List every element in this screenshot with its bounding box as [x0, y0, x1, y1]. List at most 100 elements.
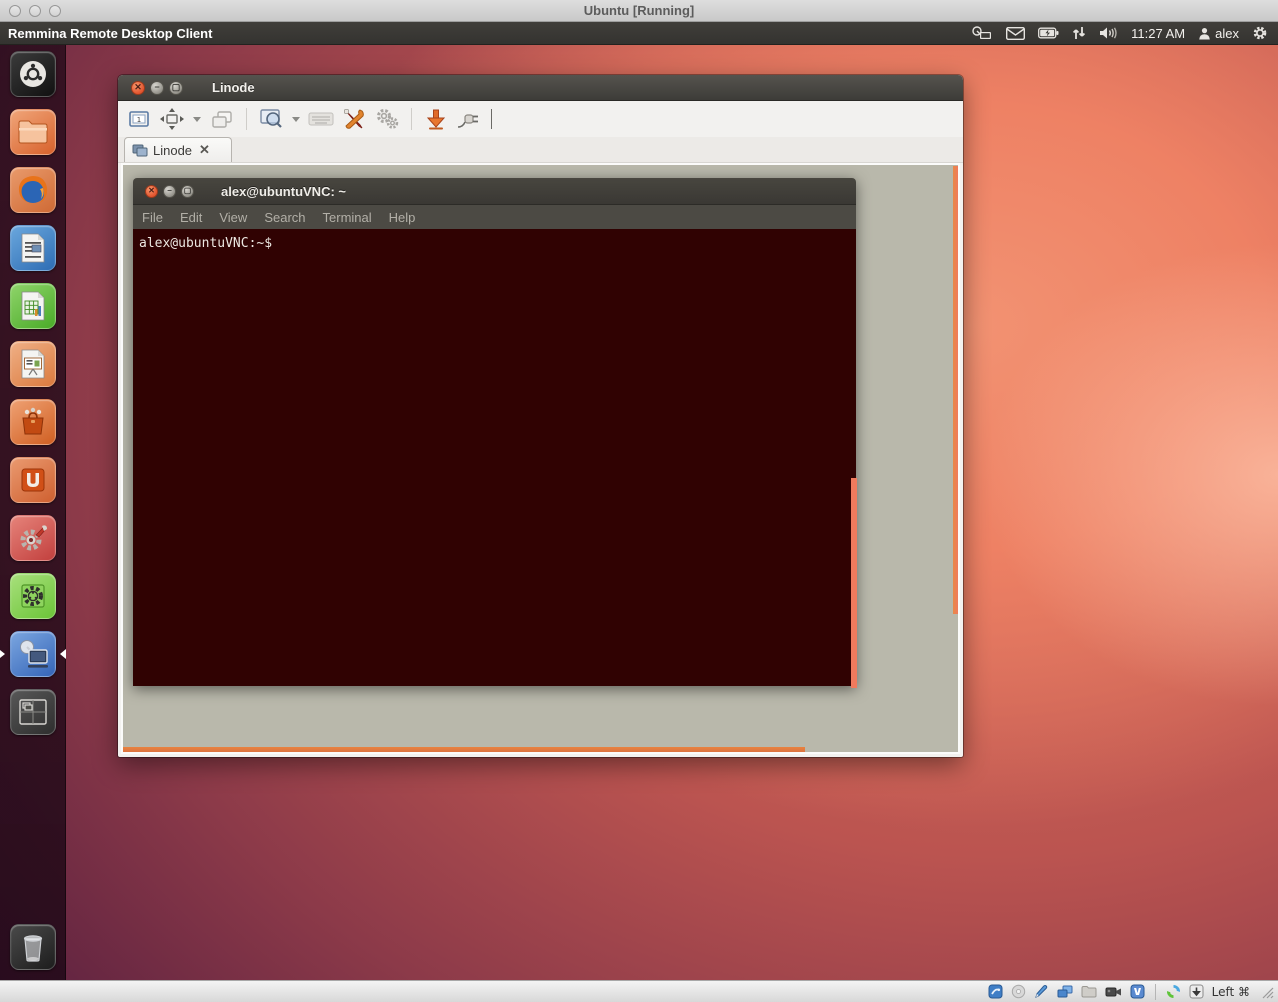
- launcher-item-libreoffice-writer[interactable]: [0, 219, 66, 277]
- vm-window-titlebar: Ubuntu [Running]: [0, 0, 1278, 22]
- launcher-item-ubuntu-one[interactable]: [0, 451, 66, 509]
- terminal-body[interactable]: alex@ubuntuVNC:~$: [133, 229, 856, 686]
- border-artifact-vertical-right: [953, 166, 958, 614]
- menu-search[interactable]: Search: [264, 210, 305, 225]
- toolbar-separator: [411, 108, 412, 130]
- menu-view[interactable]: View: [219, 210, 247, 225]
- shared-folders-icon[interactable]: [1081, 985, 1097, 998]
- network-traffic-indicator-icon[interactable]: [1072, 26, 1086, 40]
- scaled-mode-dropdown[interactable]: [291, 106, 301, 132]
- mouse-integration-icon[interactable]: [1166, 984, 1181, 999]
- text-cursor-artifact: [491, 109, 492, 129]
- terminal-titlebar[interactable]: ✕ − ▢ alex@ubuntuVNC: ~: [133, 178, 856, 205]
- menu-help[interactable]: Help: [389, 210, 416, 225]
- terminal-maximize-button[interactable]: ▢: [181, 185, 194, 198]
- launcher-item-workspace-switcher[interactable]: [0, 683, 66, 741]
- fullscreen-button[interactable]: 1: [126, 106, 152, 132]
- screenshot-button[interactable]: [423, 106, 449, 132]
- fit-window-button[interactable]: [159, 106, 185, 132]
- writer-document-icon: [19, 232, 47, 264]
- battery-indicator-icon[interactable]: [1038, 27, 1059, 39]
- tab-linode-label: Linode: [153, 143, 192, 158]
- focused-indicator-arrow: [60, 649, 66, 659]
- screen: Ubuntu [Running] Remmina Remote Desktop …: [0, 0, 1278, 1002]
- remmina-close-button[interactable]: ✕: [131, 81, 145, 95]
- terminal-menubar: File Edit View Search Terminal Help: [133, 205, 856, 229]
- border-artifact-horizontal-bottom: [123, 747, 805, 752]
- optical-drives-icon[interactable]: [1011, 984, 1026, 999]
- fit-window-dropdown[interactable]: [192, 106, 202, 132]
- scaled-view-icon: [259, 108, 283, 130]
- launcher-item-libreoffice-impress[interactable]: [0, 335, 66, 393]
- user-menu-indicator[interactable]: alex: [1198, 26, 1239, 41]
- hard-disks-icon[interactable]: [988, 984, 1003, 999]
- mail-indicator-icon[interactable]: [1006, 27, 1025, 40]
- unity-launcher: [0, 45, 66, 980]
- display-icon[interactable]: [1057, 985, 1073, 999]
- chevron-down-icon: [292, 117, 300, 122]
- desktop-wallpaper: ✕ − ▢ Linode 1: [0, 45, 1278, 980]
- border-artifact-vertical-terminal: [851, 478, 857, 688]
- video-capture-icon[interactable]: [1105, 986, 1122, 998]
- tab-close-icon[interactable]: ✕: [199, 142, 210, 158]
- launcher-item-files[interactable]: [0, 103, 66, 161]
- workspace-switcher-icon: [17, 697, 49, 727]
- tools-icon: [342, 107, 366, 131]
- launcher-item-libreoffice-calc[interactable]: [0, 277, 66, 335]
- remote-desktop-view[interactable]: ✕ − ▢ alex@ubuntuVNC: ~ File Edit View S…: [123, 165, 958, 752]
- dash-home-icon: [16, 57, 50, 91]
- terminal-minimize-button[interactable]: −: [163, 185, 176, 198]
- launcher-item-remmina[interactable]: [0, 625, 66, 683]
- session-gear-icon[interactable]: [1252, 25, 1268, 41]
- terminal-prompt: alex@ubuntuVNC:~$: [139, 236, 272, 251]
- duplicate-windows-icon: [211, 109, 233, 129]
- menu-edit[interactable]: Edit: [180, 210, 202, 225]
- svg-text:1: 1: [137, 116, 141, 124]
- keyboard-grab-button[interactable]: [308, 106, 334, 132]
- fullscreen-icon: 1: [128, 109, 150, 129]
- statusbar-separator: [1155, 984, 1156, 1000]
- remmina-toolbar: 1: [118, 101, 963, 137]
- remmina-minimize-button[interactable]: −: [150, 81, 164, 95]
- launcher-item-trash[interactable]: [0, 918, 66, 976]
- ubuntu-one-icon: [18, 465, 48, 495]
- preferences-button[interactable]: [374, 106, 400, 132]
- resize-grip[interactable]: [1260, 985, 1274, 999]
- launcher-item-firefox[interactable]: [0, 161, 66, 219]
- gears-icon: [374, 108, 400, 130]
- trash-icon: [19, 931, 47, 963]
- connection-tab-icon: [132, 144, 148, 157]
- tab-linode[interactable]: Linode ✕: [124, 137, 232, 162]
- remote-view-frame: ✕ − ▢ alex@ubuntuVNC: ~ File Edit View S…: [121, 163, 960, 754]
- remmina-maximize-button[interactable]: ▢: [169, 81, 183, 95]
- remote-desktop-indicator-icon[interactable]: [971, 26, 993, 41]
- running-indicator-arrow: [0, 650, 5, 658]
- files-folder-icon: [17, 119, 49, 145]
- volume-indicator-icon[interactable]: [1099, 26, 1118, 40]
- duplicate-connection-button[interactable]: [209, 106, 235, 132]
- panel-app-title: Remmina Remote Desktop Client: [8, 26, 212, 41]
- disconnect-button[interactable]: [456, 106, 482, 132]
- launcher-item-software-center[interactable]: [0, 393, 66, 451]
- tools-button[interactable]: [341, 106, 367, 132]
- network-icon[interactable]: [1034, 984, 1049, 999]
- virtualbox-statusbar: Left ⌘: [0, 980, 1278, 1002]
- launcher-item-additional-drivers[interactable]: [0, 567, 66, 625]
- terminal-close-button[interactable]: ✕: [145, 185, 158, 198]
- remmina-window: ✕ − ▢ Linode 1: [118, 75, 963, 757]
- clock-indicator[interactable]: 11:27 AM: [1131, 26, 1185, 41]
- ubuntu-top-panel: Remmina Remote Desktop Client 11:27 AM a…: [0, 22, 1278, 45]
- virtualbox-features-icon[interactable]: [1130, 984, 1145, 999]
- scaled-mode-button[interactable]: [258, 106, 284, 132]
- launcher-item-system-settings[interactable]: [0, 509, 66, 567]
- user-icon: [1198, 27, 1211, 40]
- keyboard-capture-icon[interactable]: [1189, 984, 1204, 999]
- menu-terminal[interactable]: Terminal: [323, 210, 372, 225]
- launcher-item-dash-home[interactable]: [0, 45, 66, 103]
- additional-drivers-icon: [17, 580, 49, 612]
- fit-window-icon: [160, 108, 184, 130]
- host-key-indicator[interactable]: Left ⌘: [1212, 985, 1250, 999]
- remmina-titlebar[interactable]: ✕ − ▢ Linode: [118, 75, 963, 101]
- menu-file[interactable]: File: [142, 210, 163, 225]
- user-menu-label: alex: [1215, 26, 1239, 41]
